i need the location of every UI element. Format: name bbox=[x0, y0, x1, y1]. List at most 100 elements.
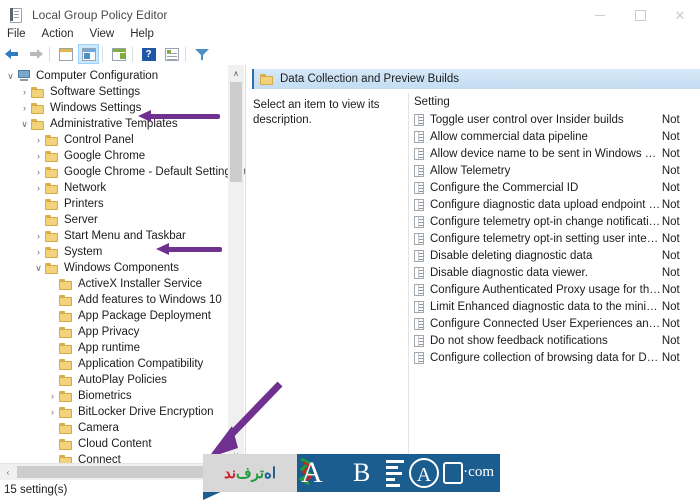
settings-row-name: Configure the Commercial ID bbox=[430, 182, 662, 194]
properties-button[interactable] bbox=[161, 44, 182, 64]
chevron-down-icon[interactable]: ∨ bbox=[32, 260, 45, 276]
folder-icon bbox=[45, 263, 59, 274]
settings-row-state: Not bbox=[662, 335, 700, 347]
chevron-right-icon[interactable]: › bbox=[32, 180, 45, 196]
menu-item-help[interactable]: Help bbox=[122, 28, 162, 40]
chevron-right-icon[interactable]: › bbox=[32, 148, 45, 164]
back-button[interactable] bbox=[2, 44, 23, 64]
chevron-right-icon[interactable]: › bbox=[32, 132, 45, 148]
tree-item-application-compatibility[interactable]: Application Compatibility bbox=[0, 356, 228, 372]
settings-row[interactable]: Configure Connected User Experiences and… bbox=[409, 315, 700, 332]
chevron-right-icon[interactable]: › bbox=[18, 100, 31, 116]
chevron-right-icon[interactable]: › bbox=[32, 228, 45, 244]
tree-item-add-features-to-windows-10[interactable]: Add features to Windows 10 bbox=[0, 292, 228, 308]
tree-item-server[interactable]: Server bbox=[0, 212, 228, 228]
filter-button[interactable] bbox=[191, 44, 212, 64]
settings-row[interactable]: Allow TelemetryNot bbox=[409, 162, 700, 179]
tree-item-biometrics[interactable]: ›Biometrics bbox=[0, 388, 228, 404]
export-list-button[interactable] bbox=[108, 44, 129, 64]
settings-row[interactable]: Allow device name to be sent in Windows … bbox=[409, 145, 700, 162]
folder-icon bbox=[260, 74, 274, 85]
toolbar: ? bbox=[0, 43, 700, 65]
tree-item-label: App Package Deployment bbox=[78, 308, 211, 324]
column-header-setting[interactable]: Setting bbox=[414, 96, 654, 108]
scroll-right-icon[interactable]: › bbox=[214, 464, 230, 480]
tree-item-google-chrome-default-settings-users-can[interactable]: ›Google Chrome - Default Settings (users… bbox=[0, 164, 228, 180]
tree-item-app-runtime[interactable]: App runtime bbox=[0, 340, 228, 356]
scroll-left-icon[interactable]: ‹ bbox=[0, 464, 16, 480]
close-icon: ✕ bbox=[675, 9, 686, 22]
chevron-right-icon[interactable]: › bbox=[32, 244, 45, 260]
tree-item-system[interactable]: › System bbox=[0, 244, 228, 260]
tree-item-administrative-templates[interactable]: ∨ Administrative Templates bbox=[0, 116, 228, 132]
tree-item-windows-settings[interactable]: ›Windows Settings bbox=[0, 100, 228, 116]
tree-item-computer-configuration[interactable]: ∨Computer Configuration bbox=[0, 68, 228, 84]
tree-horizontal-scrollbar[interactable]: ‹ › bbox=[0, 463, 246, 480]
tree-item-app-privacy[interactable]: App Privacy bbox=[0, 324, 228, 340]
help-button[interactable]: ? bbox=[138, 44, 159, 64]
up-one-level-button[interactable] bbox=[55, 44, 76, 64]
tree-item-label: System bbox=[64, 244, 102, 260]
tree-item-google-chrome[interactable]: ›Google Chrome bbox=[0, 148, 228, 164]
chevron-down-icon[interactable]: ∨ bbox=[18, 116, 31, 132]
settings-row-state: Not bbox=[662, 131, 700, 143]
chevron-right-icon[interactable]: › bbox=[46, 388, 59, 404]
settings-row[interactable]: Configure Authenticated Proxy usage for … bbox=[409, 281, 700, 298]
settings-row[interactable]: Limit Enhanced diagnostic data to the mi… bbox=[409, 298, 700, 315]
tree-item-control-panel[interactable]: ›Control Panel bbox=[0, 132, 228, 148]
settings-row-name: Allow commercial data pipeline bbox=[430, 131, 662, 143]
chevron-right-icon[interactable]: › bbox=[32, 164, 45, 180]
tree-item-label: Administrative Templates bbox=[50, 116, 178, 132]
folder-icon bbox=[45, 183, 59, 194]
folder-icon bbox=[45, 247, 59, 258]
tree-item-activex-installer-service[interactable]: ActiveX Installer Service bbox=[0, 276, 228, 292]
settings-row-state: Not bbox=[662, 233, 700, 245]
up-one-level-icon bbox=[59, 48, 73, 61]
folder-icon bbox=[59, 423, 73, 434]
tree-item-cloud-content[interactable]: Cloud Content bbox=[0, 436, 228, 452]
tree-item-app-package-deployment[interactable]: App Package Deployment bbox=[0, 308, 228, 324]
tree-item-start-menu-and-taskbar[interactable]: ›Start Menu and Taskbar bbox=[0, 228, 228, 244]
tree-vertical-scroll-thumb[interactable] bbox=[230, 82, 242, 182]
chevron-right-icon[interactable]: › bbox=[46, 404, 59, 420]
show-hide-console-tree-button[interactable] bbox=[78, 44, 99, 64]
settings-row-state: Not bbox=[662, 301, 700, 313]
tree-item-autoplay-policies[interactable]: AutoPlay Policies bbox=[0, 372, 228, 388]
scroll-down-icon[interactable]: ∨ bbox=[228, 447, 244, 463]
settings-row[interactable]: Configure diagnostic data upload endpoin… bbox=[409, 196, 700, 213]
policy-setting-icon bbox=[414, 335, 425, 347]
tree-horizontal-scroll-thumb[interactable] bbox=[17, 466, 207, 478]
tree-item-printers[interactable]: Printers bbox=[0, 196, 228, 212]
settings-row[interactable]: Toggle user control over Insider buildsN… bbox=[409, 111, 700, 128]
chevron-down-icon[interactable]: ∨ bbox=[4, 68, 17, 84]
settings-row[interactable]: Configure telemetry opt-in setting user … bbox=[409, 230, 700, 247]
settings-row[interactable]: Configure collection of browsing data fo… bbox=[409, 349, 700, 366]
settings-row[interactable]: Disable diagnostic data viewer.Not bbox=[409, 264, 700, 281]
scroll-up-icon[interactable]: ∧ bbox=[228, 65, 244, 81]
folder-icon bbox=[59, 343, 73, 354]
tree-item-windows-components[interactable]: ∨Windows Components bbox=[0, 260, 228, 276]
tree-item-label: Add features to Windows 10 bbox=[78, 292, 222, 308]
menu-item-file[interactable]: File bbox=[0, 28, 34, 40]
policy-editor-icon bbox=[8, 7, 24, 23]
folder-icon bbox=[31, 87, 45, 98]
chevron-right-icon[interactable]: › bbox=[18, 84, 31, 100]
tree-item-bitlocker-drive-encryption[interactable]: ›BitLocker Drive Encryption bbox=[0, 404, 228, 420]
menu-item-action[interactable]: Action bbox=[34, 28, 82, 40]
policy-setting-icon bbox=[414, 233, 425, 245]
settings-rows: Toggle user control over Insider buildsN… bbox=[409, 111, 700, 366]
menu-item-view[interactable]: View bbox=[82, 28, 123, 40]
settings-row[interactable]: Configure telemetry opt-in change notifi… bbox=[409, 213, 700, 230]
window-title: Local Group Policy Editor bbox=[32, 8, 167, 22]
settings-list: Setting Toggle user control over Insider… bbox=[409, 93, 700, 480]
tree-item-software-settings[interactable]: ›Software Settings bbox=[0, 84, 228, 100]
settings-row[interactable]: Disable deleting diagnostic dataNot bbox=[409, 247, 700, 264]
settings-row[interactable]: Allow commercial data pipelineNot bbox=[409, 128, 700, 145]
tree-vertical-scrollbar[interactable]: ∧ ∨ bbox=[228, 65, 244, 463]
settings-row[interactable]: Do not show feedback notificationsNot bbox=[409, 332, 700, 349]
forward-button[interactable] bbox=[25, 44, 46, 64]
tree-item-camera[interactable]: Camera bbox=[0, 420, 228, 436]
settings-row[interactable]: Configure the Commercial IDNot bbox=[409, 179, 700, 196]
tree-item-network[interactable]: ›Network bbox=[0, 180, 228, 196]
settings-row-name: Configure telemetry opt-in change notifi… bbox=[430, 216, 662, 228]
